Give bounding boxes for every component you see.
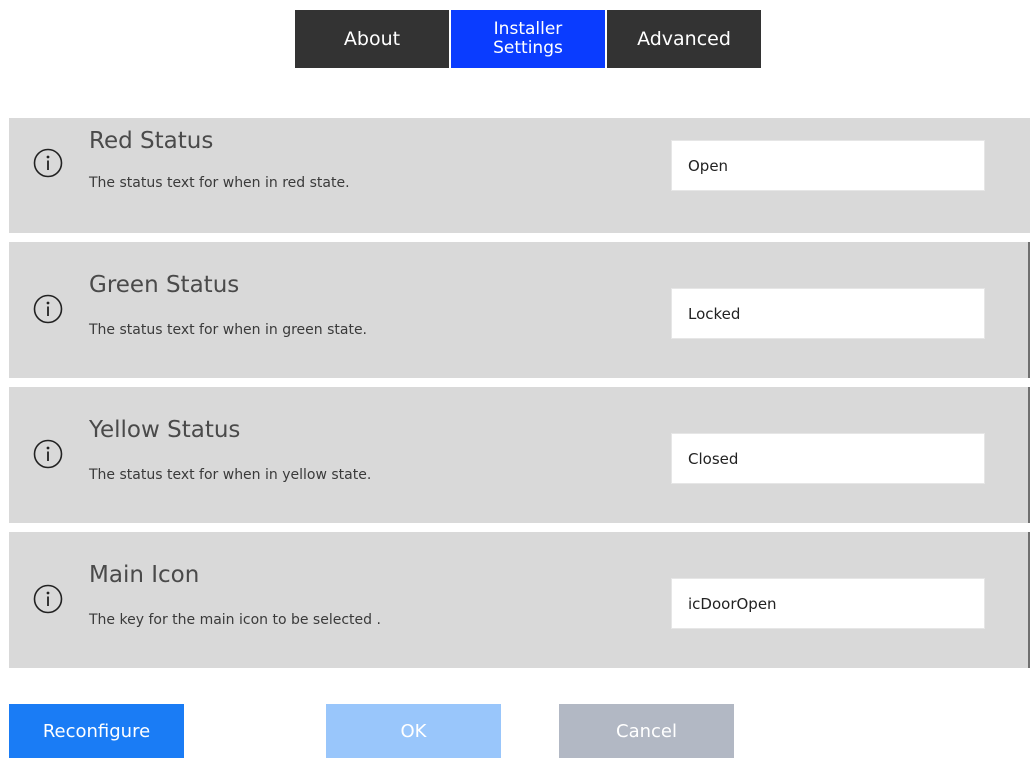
setting-description: The status text for when in green state.	[89, 322, 368, 338]
setting-title: Main Icon	[89, 562, 200, 588]
setting-row-main-icon: Main Icon The key for the main icon to b…	[9, 532, 1030, 668]
ok-button[interactable]: OK	[326, 704, 501, 758]
scroll-edge	[1028, 532, 1030, 668]
setting-title: Green Status	[89, 272, 240, 298]
setting-description: The status text for when in yellow state…	[89, 467, 372, 483]
setting-title: Red Status	[89, 128, 214, 154]
scroll-edge	[1028, 242, 1030, 378]
setting-description: The status text for when in red state.	[89, 175, 350, 191]
info-icon[interactable]	[33, 439, 63, 469]
main-icon-input[interactable]: icDoorOpen	[671, 578, 985, 629]
yellow-status-input[interactable]: Closed	[671, 433, 985, 484]
setting-row-yellow-status: Yellow Status The status text for when i…	[9, 387, 1030, 523]
tab-installer-settings[interactable]: Installer Settings	[451, 10, 605, 68]
setting-row-green-status: Green Status The status text for when in…	[9, 242, 1030, 378]
cancel-button[interactable]: Cancel	[559, 704, 734, 758]
tab-about[interactable]: About	[295, 10, 449, 68]
reconfigure-button[interactable]: Reconfigure	[9, 704, 184, 758]
scroll-edge	[1028, 387, 1030, 523]
info-icon[interactable]	[33, 294, 63, 324]
info-icon[interactable]	[33, 148, 63, 178]
setting-description: The key for the main icon to be selected…	[89, 612, 381, 628]
info-icon[interactable]	[33, 584, 63, 614]
setting-title: Yellow Status	[89, 417, 241, 443]
tab-advanced[interactable]: Advanced	[607, 10, 761, 68]
green-status-input[interactable]: Locked	[671, 288, 985, 339]
settings-list[interactable]: Red Status The status text for when in r…	[9, 118, 1030, 677]
tab-bar: About Installer Settings Advanced	[295, 10, 763, 68]
setting-row-red-status: Red Status The status text for when in r…	[9, 118, 1030, 233]
red-status-input[interactable]: Open	[671, 140, 985, 191]
